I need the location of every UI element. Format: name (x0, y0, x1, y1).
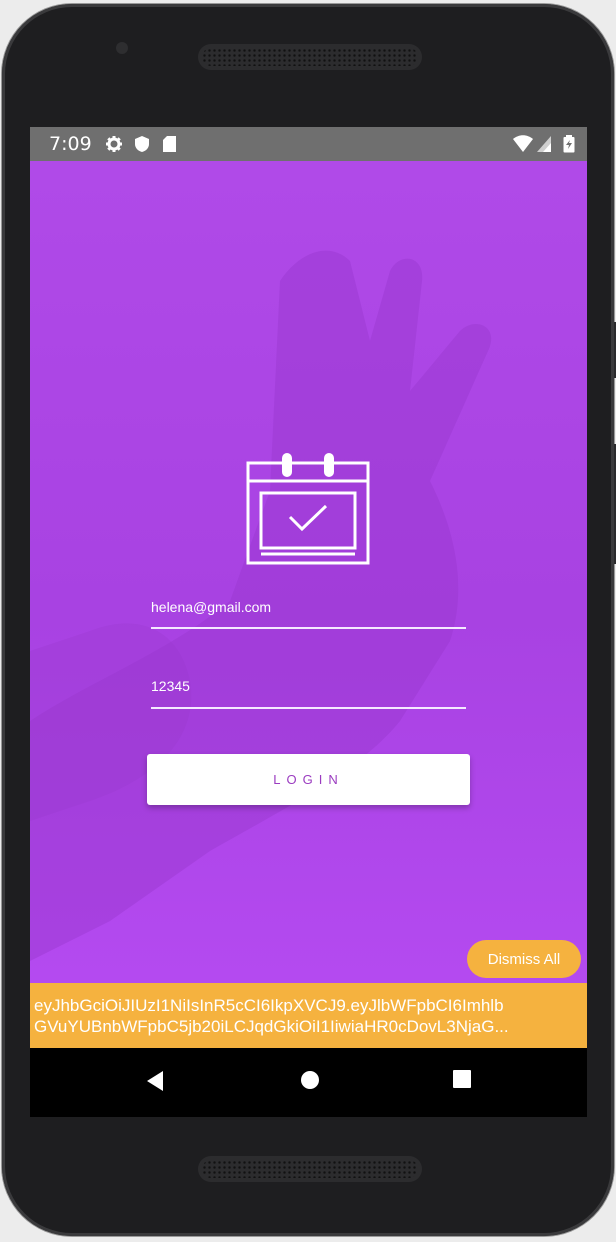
navigation-bar (30, 1048, 587, 1117)
email-input[interactable] (151, 599, 466, 615)
back-icon[interactable] (145, 1070, 165, 1092)
calendar-check-icon (246, 453, 370, 565)
status-bar: 7:09 (30, 127, 587, 161)
login-button[interactable]: LOGIN (147, 754, 470, 805)
token-toast[interactable]: eyJhbGciOiJIUzI1NiIsInR5cCI6IkpXVCJ9.eyJ… (30, 983, 587, 1048)
recents-icon[interactable] (453, 1070, 471, 1088)
status-time: 7:09 (49, 133, 92, 155)
bottom-speaker (198, 1156, 422, 1182)
top-speaker (198, 44, 422, 70)
wifi-icon (513, 135, 533, 152)
dismiss-all-button[interactable]: Dismiss All (467, 940, 581, 978)
cell-signal-icon (537, 136, 551, 152)
toast-line-2: GVuYUBnbWFpbC5jb20iLCJqdGkiOiI1IiwiaHR0c… (34, 1017, 509, 1036)
email-field[interactable] (151, 597, 466, 629)
phone-frame: 7:09 helena@gmail.com 12345 LOGIN Dismis… (2, 4, 616, 1236)
password-field[interactable] (151, 676, 466, 709)
front-camera (116, 42, 128, 54)
sd-card-icon (163, 136, 176, 152)
device-screen: 7:09 helena@gmail.com 12345 LOGIN Dismis… (30, 127, 587, 1117)
battery-icon (563, 135, 575, 153)
background-photo (30, 161, 587, 983)
password-input[interactable] (151, 678, 466, 694)
login-screen: LOGIN (30, 161, 587, 983)
password-underline (151, 707, 466, 709)
shield-icon (135, 136, 149, 152)
email-underline (151, 627, 466, 629)
home-icon[interactable] (300, 1070, 320, 1090)
toast-line-1: eyJhbGciOiJIUzI1NiIsInR5cCI6IkpXVCJ9.eyJ… (34, 996, 504, 1015)
gear-icon (106, 136, 122, 152)
